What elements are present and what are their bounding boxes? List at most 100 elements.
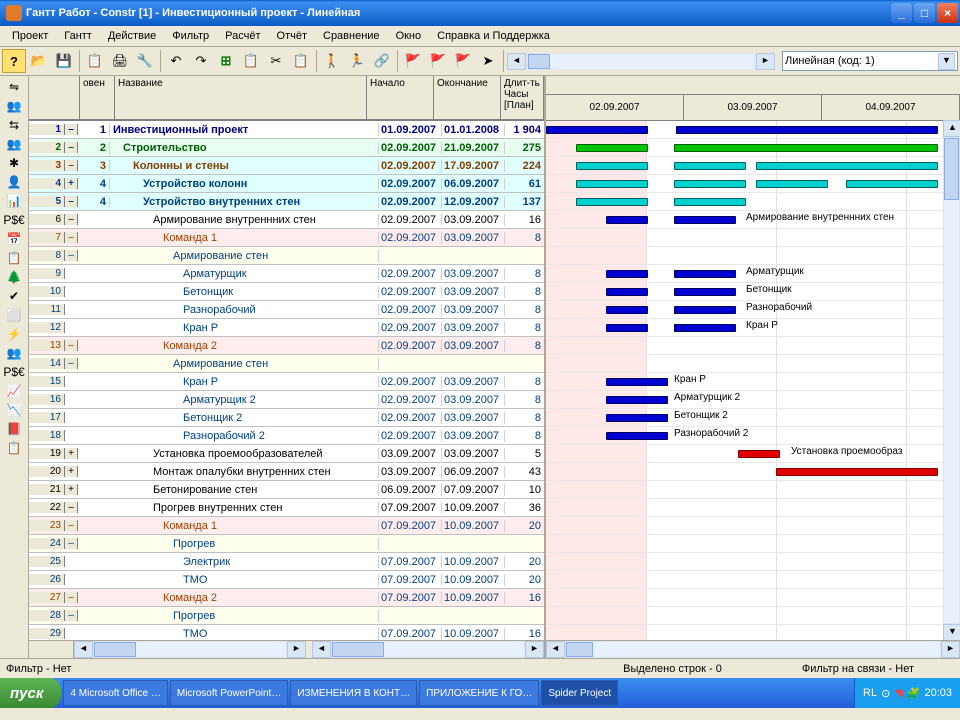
left-tool-icon[interactable]: 👥 — [3, 344, 25, 362]
open-icon[interactable]: 📂 — [27, 49, 51, 73]
expand-toggle[interactable]: – — [65, 340, 78, 351]
expand-toggle[interactable]: – — [65, 124, 78, 135]
header-end[interactable]: Окончание — [434, 76, 501, 120]
left-tool-icon[interactable]: 🌲 — [3, 268, 25, 286]
table-row[interactable]: 15Кран Р02.09.200703.09.20078 — [29, 373, 544, 391]
gantt-row[interactable]: Кран Р — [546, 319, 960, 337]
gantt-bar[interactable] — [756, 162, 938, 170]
cell-name[interactable]: Строительство — [110, 142, 379, 154]
expand-toggle[interactable]: – — [65, 538, 78, 549]
grid-hscroll[interactable]: ◄► ◄► — [29, 640, 544, 658]
table-row[interactable]: 19+Установка проемообразователей03.09.20… — [29, 445, 544, 463]
grid-body[interactable]: 1–1Инвестиционный проект01.09.200701.01.… — [29, 121, 544, 640]
dropdown-icon[interactable]: ▼ — [938, 53, 955, 70]
menu-Окно[interactable]: Окно — [388, 28, 430, 44]
scroll-left-icon[interactable]: ◄ — [507, 53, 526, 70]
gantt-bar[interactable] — [674, 324, 736, 332]
menu-Действие[interactable]: Действие — [100, 28, 164, 44]
gantt-bar[interactable] — [576, 198, 648, 206]
header-level[interactable]: овен — [80, 76, 115, 120]
save-icon[interactable]: 💾 — [52, 49, 76, 73]
cell-name[interactable]: Команда 2 — [110, 340, 379, 352]
redo-icon[interactable]: ↷ — [189, 49, 213, 73]
cell-name[interactable]: Бетонщик 2 — [110, 412, 379, 424]
gantt-bar[interactable] — [546, 126, 648, 134]
left-tool-icon[interactable]: 📕 — [3, 420, 25, 438]
left-tool-icon[interactable]: ⬜ — [3, 306, 25, 324]
gantt-row[interactable] — [546, 571, 960, 589]
gantt-bar[interactable] — [606, 432, 668, 440]
table-row[interactable]: 22–Прогрев внутренних стен07.09.200710.0… — [29, 499, 544, 517]
table-row[interactable]: 17Бетонщик 202.09.200703.09.20078 — [29, 409, 544, 427]
gantt-row[interactable] — [546, 499, 960, 517]
system-tray[interactable]: RL ⊙ ◥ 🧩 20:03 — [854, 678, 960, 708]
expand-toggle[interactable]: + — [65, 484, 78, 495]
left-tool-icon[interactable]: 👤 — [3, 173, 25, 191]
taskbar-item[interactable]: 4 Microsoft Office … — [63, 680, 167, 706]
gantt-row[interactable]: Арматурщик 2 — [546, 391, 960, 409]
gantt-row[interactable] — [546, 481, 960, 499]
expand-toggle[interactable]: + — [65, 466, 78, 477]
walk-icon[interactable]: 🚶 — [320, 49, 344, 73]
taskbar-item[interactable]: Microsoft PowerPoint… — [170, 680, 288, 706]
header-start[interactable]: Начало — [367, 76, 434, 120]
left-tool-icon[interactable]: P$€ — [3, 363, 25, 381]
menu-Справка и Поддержка[interactable]: Справка и Поддержка — [429, 28, 558, 44]
table-row[interactable]: 21+Бетонирование стен06.09.200707.09.200… — [29, 481, 544, 499]
excel-icon[interactable]: ⊞ — [214, 49, 238, 73]
view-combo[interactable]: Линейная (код: 1) ▼ — [782, 51, 958, 71]
gantt-bar[interactable] — [606, 324, 648, 332]
tray-icon[interactable]: ◥ — [894, 687, 902, 700]
left-tool-icon[interactable]: P$€ — [3, 211, 25, 229]
scroll-right-icon[interactable]: ► — [756, 53, 775, 70]
maximize-button[interactable]: □ — [914, 3, 935, 23]
print-icon[interactable]: 🖨 — [108, 49, 132, 73]
left-tool-icon[interactable]: ✔ — [3, 287, 25, 305]
table-row[interactable]: 27–Команда 207.09.200710.09.200716 — [29, 589, 544, 607]
expand-toggle[interactable]: – — [65, 610, 78, 621]
expand-toggle[interactable]: – — [65, 196, 78, 207]
gantt-row[interactable] — [546, 589, 960, 607]
left-tool-icon[interactable]: 📉 — [3, 401, 25, 419]
copy-sheet-icon[interactable]: 📋 — [83, 49, 107, 73]
gantt-bar[interactable] — [674, 216, 736, 224]
left-tool-icon[interactable]: ⇋ — [3, 78, 25, 96]
expand-toggle[interactable]: + — [65, 178, 78, 189]
left-tool-icon[interactable]: 📋 — [3, 439, 25, 457]
cell-name[interactable]: Армирование внутреннних стен — [110, 214, 379, 226]
table-row[interactable]: 28–Прогрев — [29, 607, 544, 625]
gantt-hscroll[interactable]: ◄► — [546, 640, 960, 658]
cell-name[interactable]: Прогрев — [110, 538, 379, 550]
cell-name[interactable]: Колонны и стены — [110, 160, 379, 172]
cell-name[interactable]: Устройство внутренних стен — [110, 196, 379, 208]
left-tool-icon[interactable]: ✱ — [3, 154, 25, 172]
table-row[interactable]: 13–Команда 202.09.200703.09.20078 — [29, 337, 544, 355]
left-tool-icon[interactable]: 📊 — [3, 192, 25, 210]
gantt-body[interactable]: Армирование внутреннних стенАрматурщикБе… — [546, 121, 960, 658]
date-header[interactable]: 03.09.2007 — [684, 95, 822, 120]
gantt-bar[interactable] — [674, 198, 746, 206]
arrow-icon[interactable]: ➤ — [476, 49, 500, 73]
table-row[interactable]: 3–3Колонны и стены02.09.200717.09.200722… — [29, 157, 544, 175]
gantt-bar[interactable] — [674, 180, 746, 188]
cell-name[interactable]: Армирование стен — [110, 250, 379, 262]
gantt-row[interactable]: Армирование внутреннних стен — [546, 211, 960, 229]
expand-toggle[interactable]: – — [65, 520, 78, 531]
gantt-bar[interactable] — [576, 180, 648, 188]
gantt-row[interactable] — [546, 337, 960, 355]
left-tool-icon[interactable]: 👥 — [3, 97, 25, 115]
gantt-row[interactable] — [546, 535, 960, 553]
left-tool-icon[interactable]: 📈 — [3, 382, 25, 400]
gantt-row[interactable] — [546, 607, 960, 625]
clipboard-icon[interactable]: 📋 — [239, 49, 263, 73]
table-row[interactable]: 4+4Устройство колонн02.09.200706.09.2007… — [29, 175, 544, 193]
gantt-bar[interactable] — [606, 414, 668, 422]
tray-icon[interactable]: ⊙ — [881, 687, 890, 700]
gantt-bar[interactable] — [606, 270, 648, 278]
gantt-row[interactable] — [546, 139, 960, 157]
cell-name[interactable]: Команда 1 — [110, 232, 379, 244]
help-icon[interactable]: ? — [2, 49, 26, 73]
table-row[interactable]: 16Арматурщик 202.09.200703.09.20078 — [29, 391, 544, 409]
cell-name[interactable]: Команда 2 — [110, 592, 379, 604]
undo-icon[interactable]: ↶ — [164, 49, 188, 73]
